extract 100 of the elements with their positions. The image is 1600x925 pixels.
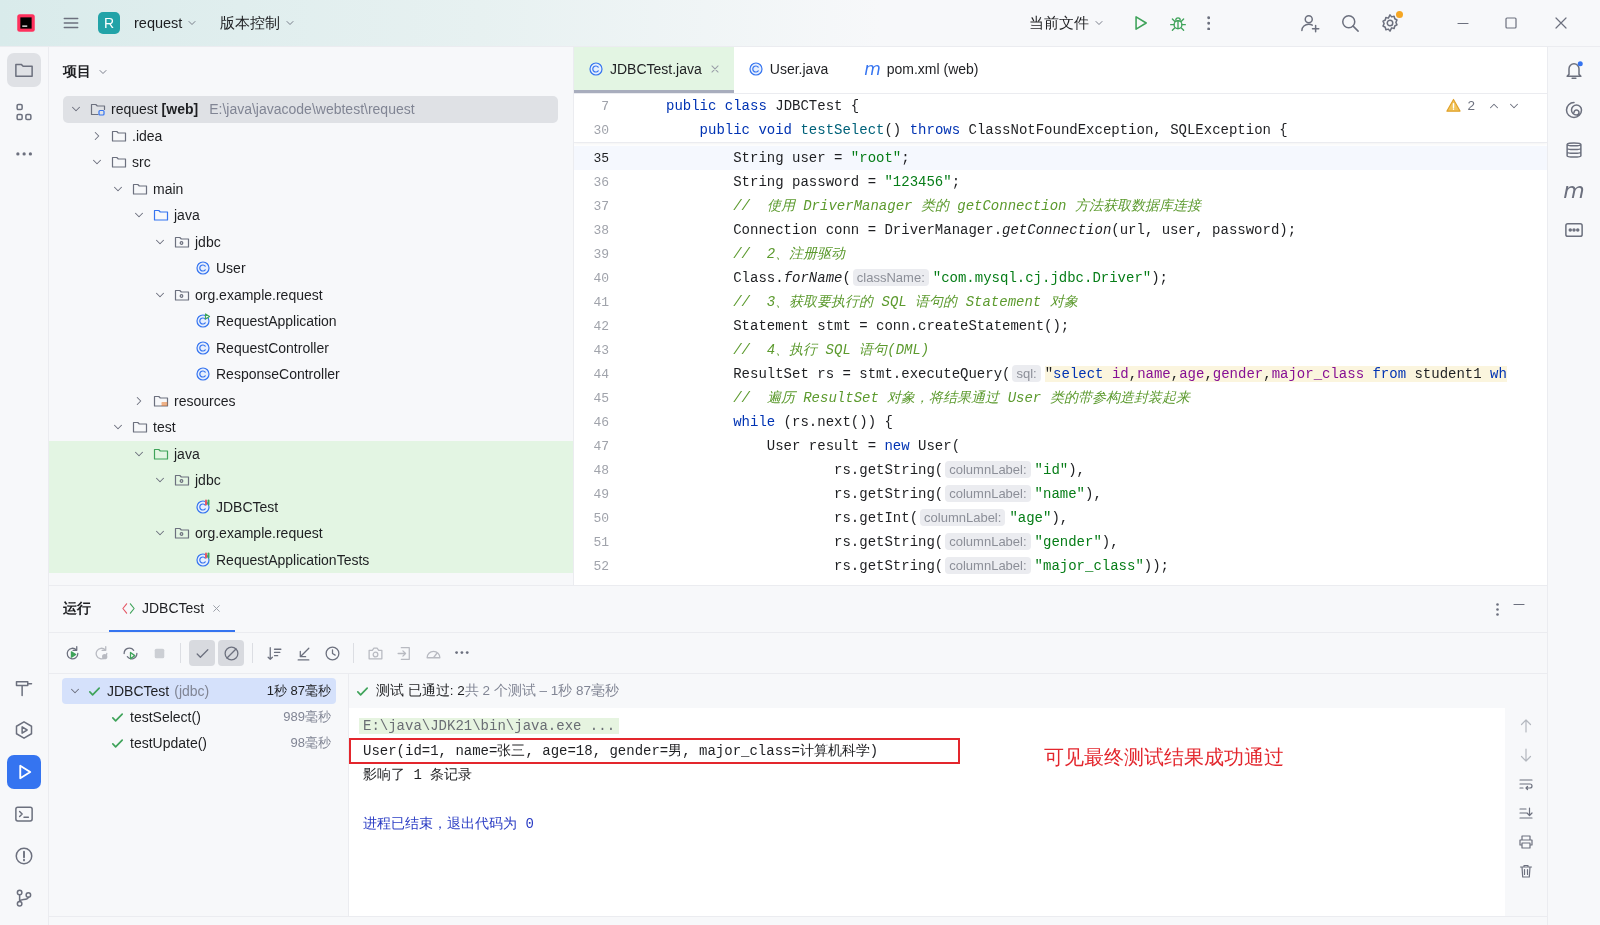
tree-item[interactable]: src bbox=[63, 149, 558, 176]
run-tab[interactable]: JDBCTest bbox=[109, 586, 236, 632]
test-item[interactable]: JDBCTest (jdbc) 1秒 87毫秒 bbox=[62, 678, 336, 704]
vcs-dropdown[interactable]: 版本控制 bbox=[214, 9, 303, 37]
panel-title: 运行 bbox=[63, 600, 91, 618]
toolbar-button[interactable] bbox=[189, 640, 215, 666]
panel-title: 项目 bbox=[63, 62, 91, 81]
line-number: 30 bbox=[592, 122, 609, 138]
package-label: (jdbc) bbox=[174, 683, 210, 699]
minimize-icon[interactable] bbox=[1457, 21, 1469, 25]
line-number: 50 bbox=[592, 510, 609, 526]
code-line: // 使用 DriverManager 类的 getConnection 方法获取数据库连接 bbox=[732, 197, 1201, 215]
spiral-icon bbox=[1564, 100, 1584, 120]
line-number: 46 bbox=[592, 414, 609, 430]
test-class-icon bbox=[195, 498, 211, 515]
tree-item[interactable]: org.example.request bbox=[63, 281, 558, 308]
editor-tab[interactable]: User.java bbox=[733, 47, 841, 93]
scroll-to-end-icon[interactable] bbox=[1518, 805, 1534, 821]
class-icon bbox=[747, 60, 764, 77]
tree-item[interactable]: RequestController bbox=[63, 334, 558, 361]
add-user-icon[interactable] bbox=[1300, 13, 1320, 33]
hammer-icon bbox=[14, 678, 34, 698]
console-line: 影响了 1 条记录 bbox=[363, 766, 473, 785]
line-number: 42 bbox=[592, 318, 609, 334]
code-line: // 遍历 ResultSet 对象，将结果通过 User 类的带参构造封装起来 bbox=[732, 389, 1190, 407]
branch-icon bbox=[14, 888, 34, 908]
project-badge: R bbox=[98, 12, 120, 34]
line-number: 35 bbox=[592, 150, 609, 166]
more-icon[interactable] bbox=[1206, 15, 1210, 31]
code-line: rs.getString( columnLabel: "name"), bbox=[833, 486, 1102, 502]
code-line: Statement stmt = conn.createStatement(); bbox=[732, 318, 1070, 334]
maximize-icon[interactable] bbox=[1503, 15, 1519, 31]
code-line: User result = new User( bbox=[765, 438, 961, 454]
search-icon[interactable] bbox=[1340, 13, 1360, 33]
line-number: 41 bbox=[592, 294, 609, 310]
tree-item[interactable]: java bbox=[63, 202, 558, 229]
bug-icon[interactable] bbox=[1168, 14, 1187, 32]
line-number: 36 bbox=[592, 174, 609, 190]
test-item[interactable]: testUpdate() 98毫秒 bbox=[62, 730, 336, 756]
exclamation-circle-icon bbox=[14, 846, 34, 866]
annotation-text: 可见最终测试结果成功通过 bbox=[1044, 744, 1284, 771]
test-duration: 989毫秒 bbox=[283, 708, 331, 726]
project-dropdown[interactable]: request bbox=[128, 11, 205, 35]
services-icon bbox=[14, 720, 34, 740]
maven-icon[interactable]: m bbox=[1563, 173, 1585, 207]
line-number: 40 bbox=[592, 270, 609, 286]
notification-dot bbox=[1396, 11, 1403, 18]
settings-icon[interactable] bbox=[1380, 13, 1400, 33]
tree-item[interactable]: RequestApplication bbox=[63, 308, 558, 335]
sort-icon bbox=[265, 644, 283, 662]
code-line: while (rs.next()) { bbox=[732, 414, 893, 430]
toolbar-button[interactable] bbox=[218, 640, 244, 666]
class-icon bbox=[195, 366, 211, 383]
package-folder-icon bbox=[174, 472, 190, 489]
more-icon bbox=[455, 651, 469, 655]
test-class-icon bbox=[195, 551, 211, 568]
status-detail: 共 2 个测试 – 1秒 87毫秒 bbox=[464, 682, 620, 700]
code-line: // 3、获取要执行的 SQL 语句的 Statement 对象 bbox=[732, 293, 1078, 311]
line-number: 51 bbox=[592, 534, 609, 550]
code-line: Connection conn = DriverManager.getConnection(url, user, password); bbox=[732, 222, 1297, 238]
tree-item[interactable]: main bbox=[63, 175, 558, 202]
editor-tab[interactable]: m pom.xml (web) bbox=[840, 47, 991, 93]
tree-item[interactable]: test bbox=[63, 414, 558, 441]
test-item[interactable]: testSelect() 989毫秒 bbox=[62, 704, 336, 730]
line-number: 39 bbox=[592, 246, 609, 262]
code-line: String user = "root"; bbox=[732, 150, 910, 166]
tree-item[interactable]: .idea bbox=[63, 122, 558, 149]
editor-tab[interactable]: JDBCTest.java bbox=[574, 47, 734, 93]
code-line: public void testSelect() throws ClassNotFoundException, SQLException { bbox=[698, 122, 1288, 138]
code-line: // 2、注册驱动 bbox=[732, 245, 846, 263]
message-icon bbox=[1564, 220, 1584, 240]
close-icon[interactable] bbox=[1553, 15, 1569, 31]
line-number: 48 bbox=[592, 462, 609, 478]
test-duration: 1秒 87毫秒 bbox=[266, 682, 331, 700]
trash-icon[interactable] bbox=[1518, 863, 1534, 879]
tree-item[interactable]: resources bbox=[63, 387, 558, 414]
more-icon[interactable] bbox=[1496, 602, 1499, 616]
code-line: String password = "123456"; bbox=[732, 174, 961, 190]
code-line: rs.getInt( columnLabel: "age"), bbox=[833, 510, 1069, 526]
tree-item[interactable]: request [web] E:\java\javacode\webtest\request bbox=[63, 96, 558, 123]
run-config-dropdown[interactable]: 当前文件 bbox=[1022, 9, 1111, 37]
forbidden-icon bbox=[222, 644, 240, 662]
module-folder-icon bbox=[90, 101, 106, 118]
arrow-down-icon[interactable] bbox=[1518, 747, 1534, 763]
line-number: 37 bbox=[592, 198, 609, 214]
tool-window-button[interactable] bbox=[7, 755, 41, 789]
minimize-icon[interactable] bbox=[1513, 602, 1525, 606]
line-number: 7 bbox=[600, 98, 609, 114]
tree-item[interactable]: User bbox=[63, 255, 558, 282]
tree-item[interactable]: jdbc bbox=[63, 228, 558, 255]
arrow-up-icon[interactable] bbox=[1518, 718, 1534, 734]
line-number: 38 bbox=[592, 222, 609, 238]
printer-icon[interactable] bbox=[1518, 834, 1534, 850]
tree-item[interactable]: ResponseController bbox=[63, 361, 558, 388]
tool-window-button[interactable] bbox=[7, 53, 41, 87]
folder-icon bbox=[153, 207, 169, 224]
soft-wrap-icon[interactable] bbox=[1518, 776, 1534, 792]
more-icon bbox=[15, 152, 33, 156]
maven-icon: m bbox=[864, 58, 881, 79]
code-line: rs.getString( columnLabel: "gender"), bbox=[833, 534, 1119, 550]
